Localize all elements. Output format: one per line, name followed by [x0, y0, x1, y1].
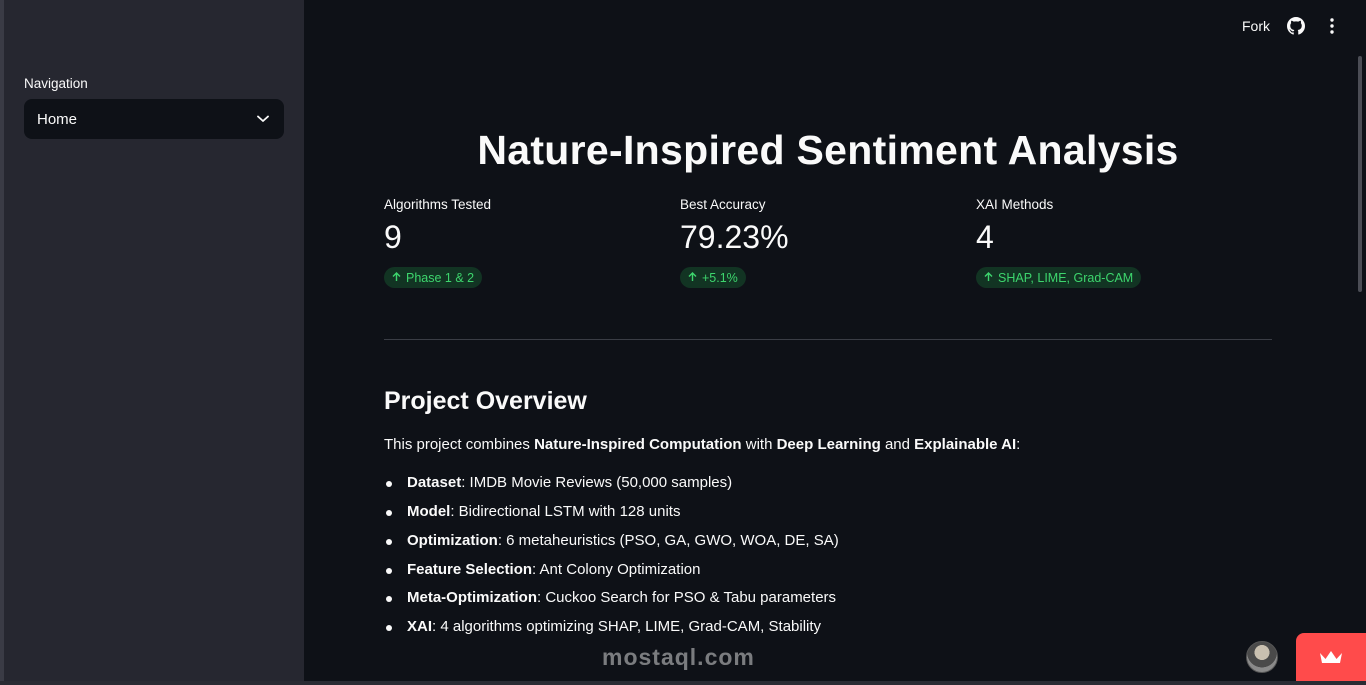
list-item: Model: Bidirectional LSTM with 128 units	[386, 498, 1272, 527]
list-item: Meta-Optimization: Cuckoo Search for PSO…	[386, 584, 1272, 613]
feature-text: : 4 algorithms optimizing SHAP, LIME, Gr…	[432, 618, 822, 636]
feature-key: Dataset	[407, 474, 462, 492]
feature-key: Optimization	[407, 531, 498, 549]
feature-key: Feature Selection	[407, 560, 533, 578]
arrow-up-icon	[984, 271, 993, 285]
feature-text: : IMDB Movie Reviews (50,000 samples)	[461, 474, 733, 492]
intro-text: with	[741, 436, 777, 454]
list-item: Feature Selection: Ant Colony Optimizati…	[386, 556, 1272, 585]
intro-text: :	[1016, 436, 1021, 454]
feature-key: Meta-Optimization	[407, 589, 537, 607]
metric-label: XAI Methods	[976, 197, 1054, 213]
list-item: Optimization: 6 metaheuristics (PSO, GA,…	[386, 527, 1272, 556]
navigation-select[interactable]: Home	[24, 99, 284, 139]
watermark-text: mostaql.com	[602, 644, 755, 670]
section-title-overview: Project Overview	[384, 387, 587, 416]
chevron-down-icon	[256, 112, 270, 126]
arrow-up-icon	[392, 271, 401, 285]
feature-list: Dataset: IMDB Movie Reviews (50,000 samp…	[384, 469, 1272, 642]
kebab-menu-icon[interactable]	[1322, 16, 1342, 36]
feature-key: Model	[407, 503, 451, 521]
feature-text: : 6 metaheuristics (PSO, GA, GWO, WOA, D…	[497, 531, 839, 549]
navigation-label: Navigation	[24, 76, 88, 91]
fork-button[interactable]: Fork	[1242, 18, 1270, 34]
metric-best-accuracy: Best Accuracy 79.23% +5.1%	[680, 197, 976, 289]
bottom-window-edge	[0, 681, 1366, 685]
list-item: XAI: 4 algorithms optimizing SHAP, LIME,…	[386, 613, 1272, 642]
metric-delta-badge: +5.1%	[680, 267, 746, 289]
github-icon[interactable]	[1286, 16, 1306, 36]
section-divider	[384, 339, 1272, 341]
streamlit-badge-button[interactable]	[1296, 633, 1366, 685]
app-root: Navigation Home Fork Nature-Inspired Sen…	[0, 0, 1366, 685]
feature-text: : Cuckoo Search for PSO & Tabu parameter…	[537, 589, 837, 607]
arrow-up-icon	[688, 271, 697, 285]
metrics-row: Algorithms Tested 9 Phase 1 & 2 Best Acc…	[384, 197, 1272, 289]
intro-bold: Deep Learning	[776, 436, 881, 454]
top-toolbar: Fork	[1242, 14, 1342, 38]
metric-label: Algorithms Tested	[384, 197, 492, 213]
vertical-scrollbar[interactable]	[1358, 56, 1362, 292]
metric-delta-text: SHAP, LIME, Grad-CAM	[998, 270, 1134, 285]
metric-value: 9	[384, 219, 402, 256]
intro-text: This project combines	[384, 436, 535, 454]
metric-delta-badge: Phase 1 & 2	[384, 267, 483, 289]
feature-text: : Bidirectional LSTM with 128 units	[450, 503, 681, 521]
metric-xai-methods: XAI Methods 4 SHAP, LIME, Grad-CAM	[976, 197, 1272, 289]
feature-key: XAI	[407, 618, 433, 636]
intro-bold: Explainable AI	[914, 436, 1017, 454]
page-title: Nature-Inspired Sentiment Analysis	[477, 127, 1179, 173]
page-body: Nature-Inspired Sentiment Analysis Algor…	[384, 127, 1272, 642]
intro-text: and	[880, 436, 915, 454]
crown-icon	[1318, 649, 1344, 670]
metric-value: 4	[976, 219, 994, 256]
navigation-select-value: Home	[37, 110, 78, 128]
metric-delta-text: +5.1%	[702, 270, 738, 285]
sidebar: Navigation Home	[0, 0, 304, 685]
intro-bold: Nature-Inspired Computation	[534, 436, 742, 454]
metric-delta-badge: SHAP, LIME, Grad-CAM	[976, 267, 1142, 289]
metric-value: 79.23%	[680, 219, 789, 256]
metric-algorithms-tested: Algorithms Tested 9 Phase 1 & 2	[384, 197, 680, 289]
list-item: Dataset: IMDB Movie Reviews (50,000 samp…	[386, 469, 1272, 498]
main-content: Fork Nature-Inspired Sentiment Analysis …	[304, 0, 1366, 685]
feature-text: : Ant Colony Optimization	[532, 560, 701, 578]
metric-label: Best Accuracy	[680, 197, 766, 213]
avatar[interactable]	[1246, 641, 1278, 673]
overview-intro: This project combines Nature-Inspired Co…	[384, 434, 1272, 455]
metric-delta-text: Phase 1 & 2	[406, 270, 475, 285]
